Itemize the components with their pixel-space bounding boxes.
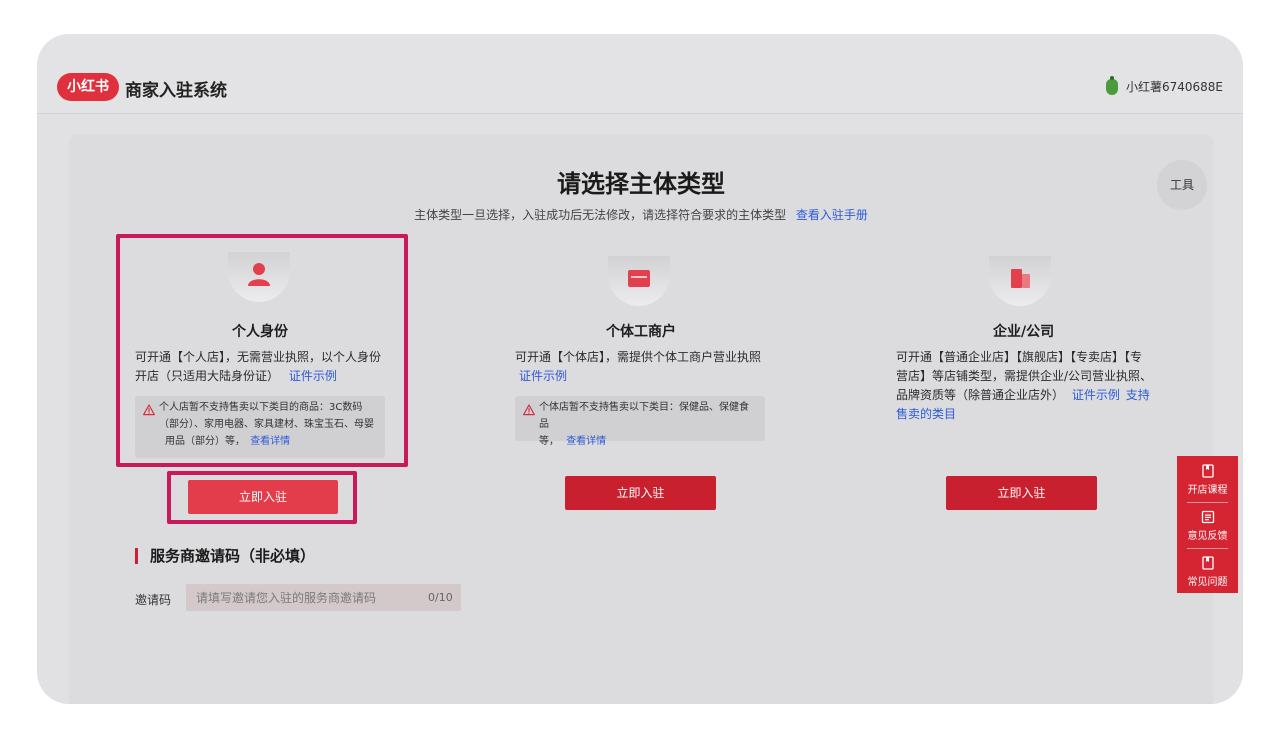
enter-button-enterprise[interactable]: 立即入驻 <box>946 476 1097 510</box>
enter-button-individual[interactable]: 立即入驻 <box>188 480 338 514</box>
page-title: 请选择主体类型 <box>557 170 725 198</box>
shop-box-icon <box>628 270 650 287</box>
example-link-enterprise[interactable]: 证件示例 <box>1072 388 1120 402</box>
book-icon <box>1201 464 1214 478</box>
desc-text: 开店（只适用大陆身份证） <box>135 369 280 383</box>
desc-line: 可开通【个人店】，无需营业执照，以个人身份 <box>135 350 382 364</box>
app-title: 商家入驻系统 <box>125 81 227 101</box>
warning-text-end: 用品（部分）等， <box>165 436 245 447</box>
floating-help-panel: 开店课程 意见反馈 常见问题 <box>1177 456 1238 593</box>
desc-line: 证件示例 <box>515 367 785 386</box>
warning-text: 等， 查看详情 <box>539 433 757 450</box>
manual-link[interactable]: 查看入驻手册 <box>796 208 868 222</box>
main-content: 请选择主体类型 主体类型一旦选择，入驻成功后无法修改，请选择符合要求的主体类型 … <box>69 134 1213 704</box>
feedback-icon <box>1201 510 1214 524</box>
category-link-enterprise[interactable]: 支持 <box>1126 388 1150 402</box>
float-label: 常见问题 <box>1187 577 1228 588</box>
desc-text: 品牌资质等（除普通企业店外） <box>896 388 1065 402</box>
float-item-courses[interactable]: 开店课程 <box>1177 458 1238 502</box>
username: 小红薯6740688E <box>1125 80 1223 94</box>
person-icon <box>248 263 270 286</box>
enter-button-sole-proprietor[interactable]: 立即入驻 <box>565 476 716 510</box>
warning-text: 用品（部分）等， 查看详情 <box>159 433 377 450</box>
card-desc-individual: 可开通【个人店】，无需营业执照，以个人身份 开店（只适用大陆身份证） 证件示例 <box>135 348 405 386</box>
tools-button[interactable]: 工具 <box>1157 160 1207 210</box>
desc-line: 品牌资质等（除普通企业店外） 证件示例 支持 <box>896 386 1166 405</box>
building-icon <box>1011 269 1030 288</box>
category-link-enterprise-cont[interactable]: 售卖的类目 <box>896 405 1166 424</box>
float-item-faq[interactable]: 常见问题 <box>1177 550 1238 594</box>
details-link-sole-proprietor[interactable]: 查看详情 <box>566 436 606 447</box>
card-title-enterprise: 企业/公司 <box>993 324 1055 340</box>
details-link-individual[interactable]: 查看详情 <box>250 436 290 447</box>
desc-line: 可开通【普通企业店】【旗舰店】【专卖店】【专 <box>896 350 1143 364</box>
invite-section-title: 服务商邀请码（非必填） <box>135 548 315 564</box>
individual-icon-bg <box>228 252 290 302</box>
subtitle-text: 主体类型一旦选择，入驻成功后无法修改，请选择符合要求的主体类型 <box>414 208 787 222</box>
brand-logo[interactable]: 小红书 <box>57 73 119 101</box>
sole-proprietor-icon-bg <box>608 256 670 306</box>
warning-text-end: 等， <box>539 436 559 447</box>
user-avatar-icon <box>1105 75 1118 95</box>
user-menu[interactable]: 小红薯6740688E <box>1105 75 1223 95</box>
faq-icon <box>1201 556 1214 570</box>
example-link-individual[interactable]: 证件示例 <box>289 369 337 383</box>
card-title-sole-proprietor: 个体工商户 <box>606 324 676 340</box>
divider <box>1187 502 1228 503</box>
card-desc-sole-proprietor: 可开通【个体店】，需提供个体工商户营业执照 证件示例 <box>515 348 785 386</box>
divider <box>1187 548 1228 549</box>
app-window: 小红书 商家入驻系统 小红薯6740688E 请选择主体类型 主体类型一旦选择，… <box>37 34 1243 704</box>
warning-text: （部分）、家用电器、家具建材、珠宝玉石、母婴 <box>159 419 374 430</box>
float-item-feedback[interactable]: 意见反馈 <box>1177 504 1238 548</box>
warning-box-individual: 个人店暂不支持售卖以下类目的商品：3C数码 （部分）、家用电器、家具建材、珠宝玉… <box>135 396 385 458</box>
warning-text: 个体店暂不支持售卖以下类目：保健品、保健食品 <box>539 402 749 430</box>
invite-code-input[interactable] <box>186 584 461 611</box>
warning-icon <box>143 404 155 416</box>
card-title-individual: 个人身份 <box>232 324 288 340</box>
warning-text: 个人店暂不支持售卖以下类目的商品：3C数码 <box>159 402 363 413</box>
page-subtitle: 主体类型一旦选择，入驻成功后无法修改，请选择符合要求的主体类型 查看入驻手册 <box>69 206 1213 223</box>
warning-box-sole-proprietor: 个体店暂不支持售卖以下类目：保健品、保健食品 等， 查看详情 <box>515 396 765 447</box>
enterprise-icon-bg <box>989 256 1051 306</box>
example-link-sole-proprietor[interactable]: 证件示例 <box>519 369 567 383</box>
desc-line: 可开通【个体店】，需提供个体工商户营业执照 <box>515 350 762 364</box>
card-desc-enterprise: 可开通【普通企业店】【旗舰店】【专卖店】【专 营店】等店铺类型，需提供企业/公司… <box>896 348 1166 424</box>
invite-char-counter: 0/10 <box>428 591 453 604</box>
warning-icon <box>523 404 535 416</box>
invite-label: 邀请码 <box>135 593 172 607</box>
desc-line: 营店】等店铺类型，需提供企业/公司营业执照、 <box>896 369 1153 383</box>
desc-line: 开店（只适用大陆身份证） 证件示例 <box>135 367 405 386</box>
float-label: 意见反馈 <box>1187 531 1228 542</box>
top-header: 小红书 商家入驻系统 小红薯6740688E <box>37 34 1243 114</box>
float-label: 开店课程 <box>1187 485 1228 496</box>
